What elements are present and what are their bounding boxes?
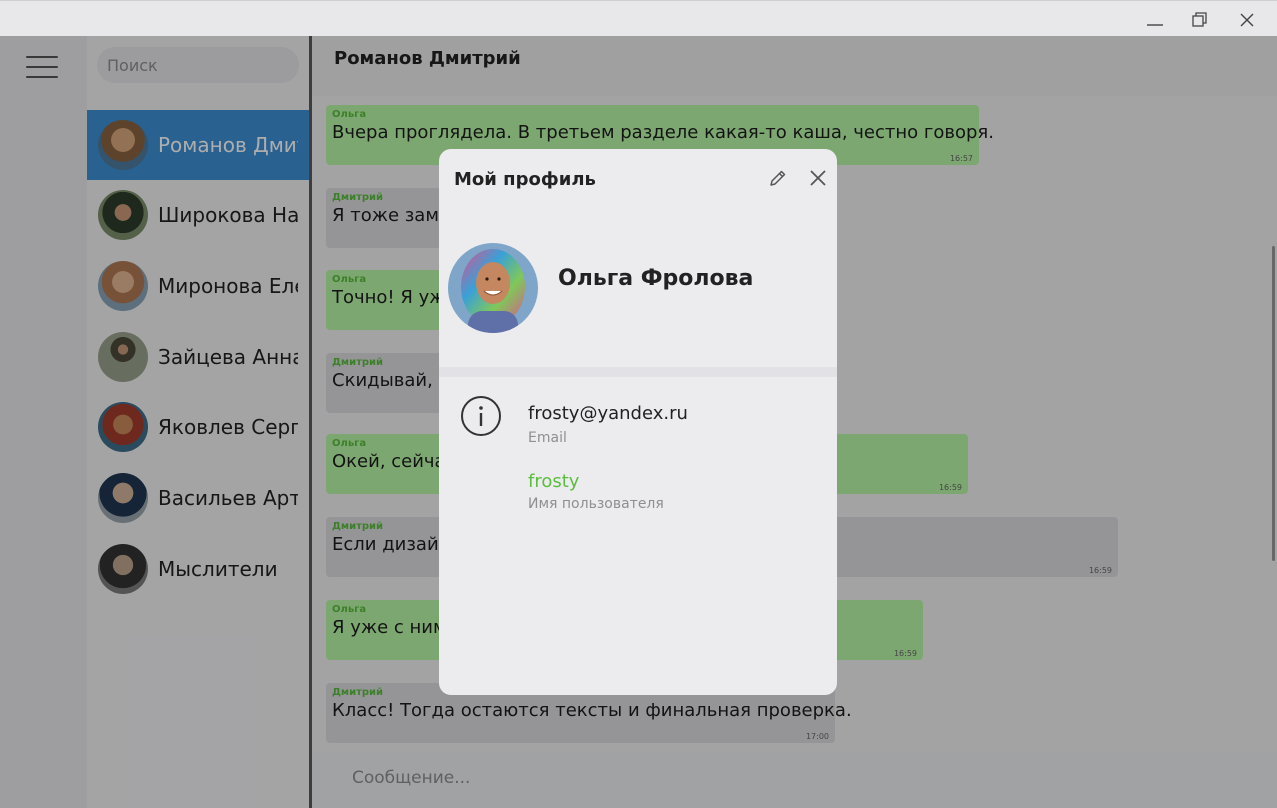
info-icon: [460, 395, 502, 437]
email-label: Email: [528, 430, 567, 446]
edit-icon[interactable]: [767, 167, 789, 189]
email-value[interactable]: frosty@yandex.ru: [528, 403, 688, 424]
title-bar: [0, 0, 1277, 36]
dialog-title: Мой профиль: [454, 169, 596, 190]
profile-avatar: [448, 243, 538, 333]
profile-name: Ольга Фролова: [558, 266, 754, 291]
username-value[interactable]: frosty: [528, 471, 579, 492]
profile-dialog: Мой профиль Ольга Фролова frosty@yandex.…: [439, 149, 837, 695]
close-icon[interactable]: [807, 167, 829, 189]
close-icon[interactable]: [1231, 7, 1263, 33]
restore-icon[interactable]: [1184, 7, 1216, 33]
username-label: Имя пользователя: [528, 496, 664, 512]
minimize-icon[interactable]: [1139, 7, 1171, 33]
section-divider: [439, 367, 837, 377]
